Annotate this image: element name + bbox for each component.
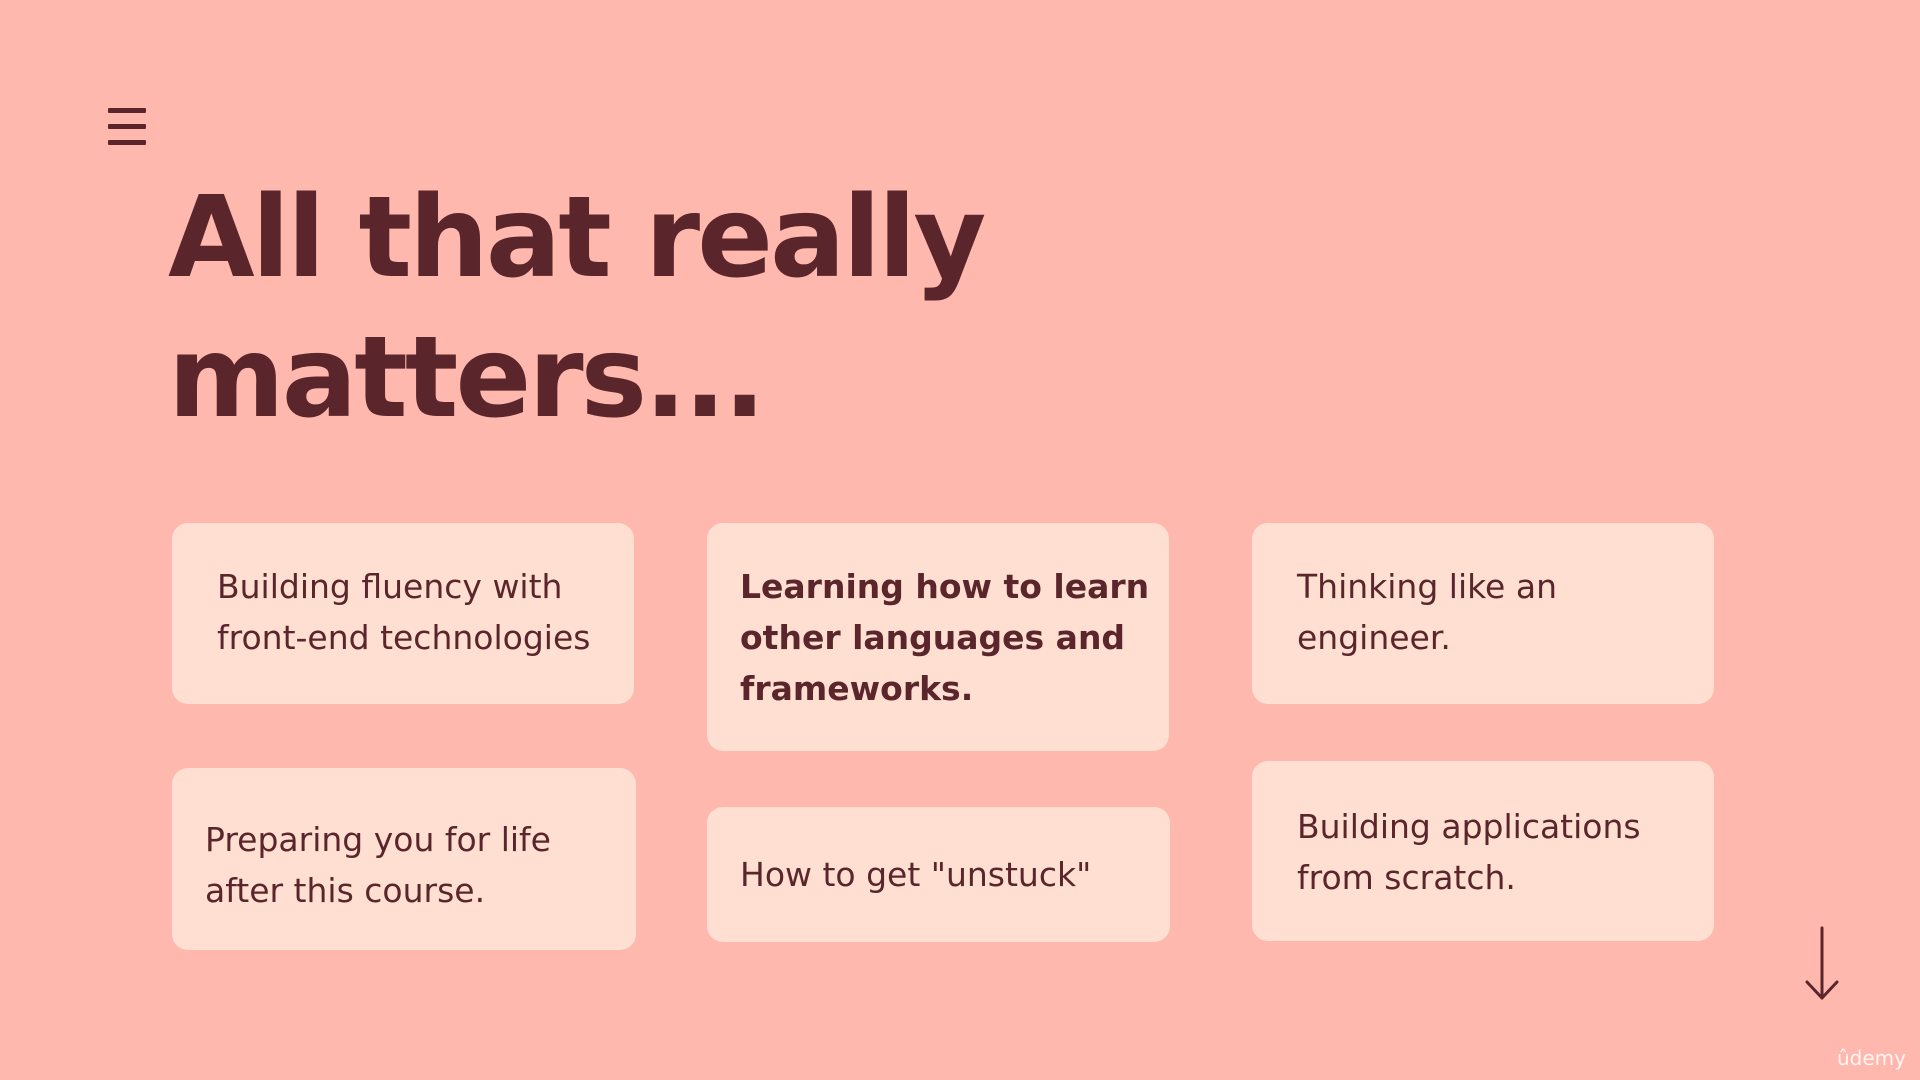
- card-text-line: other languages and: [740, 618, 1126, 657]
- card-text-line: Building fluency with: [217, 567, 563, 606]
- card-text-line: How to get "unstuck": [740, 855, 1092, 894]
- slide-title-line-1: All that really: [168, 173, 986, 303]
- hamburger-menu-icon[interactable]: [108, 108, 146, 146]
- slide-title-line-2: matters...: [168, 313, 766, 443]
- card-text-line: Learning how to learn: [740, 567, 1150, 606]
- card-text-line: Building applications: [1297, 807, 1641, 846]
- arrow-down-icon[interactable]: [1802, 926, 1842, 1001]
- card-text-line: Preparing you for life: [205, 820, 551, 859]
- slide-title: All that really matters...: [168, 168, 1068, 448]
- card-text-line: from scratch.: [1297, 858, 1516, 897]
- card-text-line: front-end technologies: [217, 618, 591, 657]
- card-building-applications: Building applications from scratch.: [1252, 761, 1714, 941]
- card-text-line: after this course.: [205, 871, 486, 910]
- card-text-line: frameworks.: [740, 669, 974, 708]
- card-preparing-for-life: Preparing you for life after this course…: [172, 768, 636, 950]
- card-learning-how-to-learn: Learning how to learn other languages an…: [707, 523, 1169, 751]
- card-thinking-like-engineer: Thinking like an engineer.: [1252, 523, 1714, 704]
- udemy-watermark: ûdemy: [1837, 1046, 1906, 1070]
- card-getting-unstuck: How to get "unstuck": [707, 807, 1170, 942]
- card-text-line: Thinking like an: [1297, 567, 1557, 606]
- card-text-line: engineer.: [1297, 618, 1451, 657]
- card-building-fluency: Building fluency with front-end technolo…: [172, 523, 634, 704]
